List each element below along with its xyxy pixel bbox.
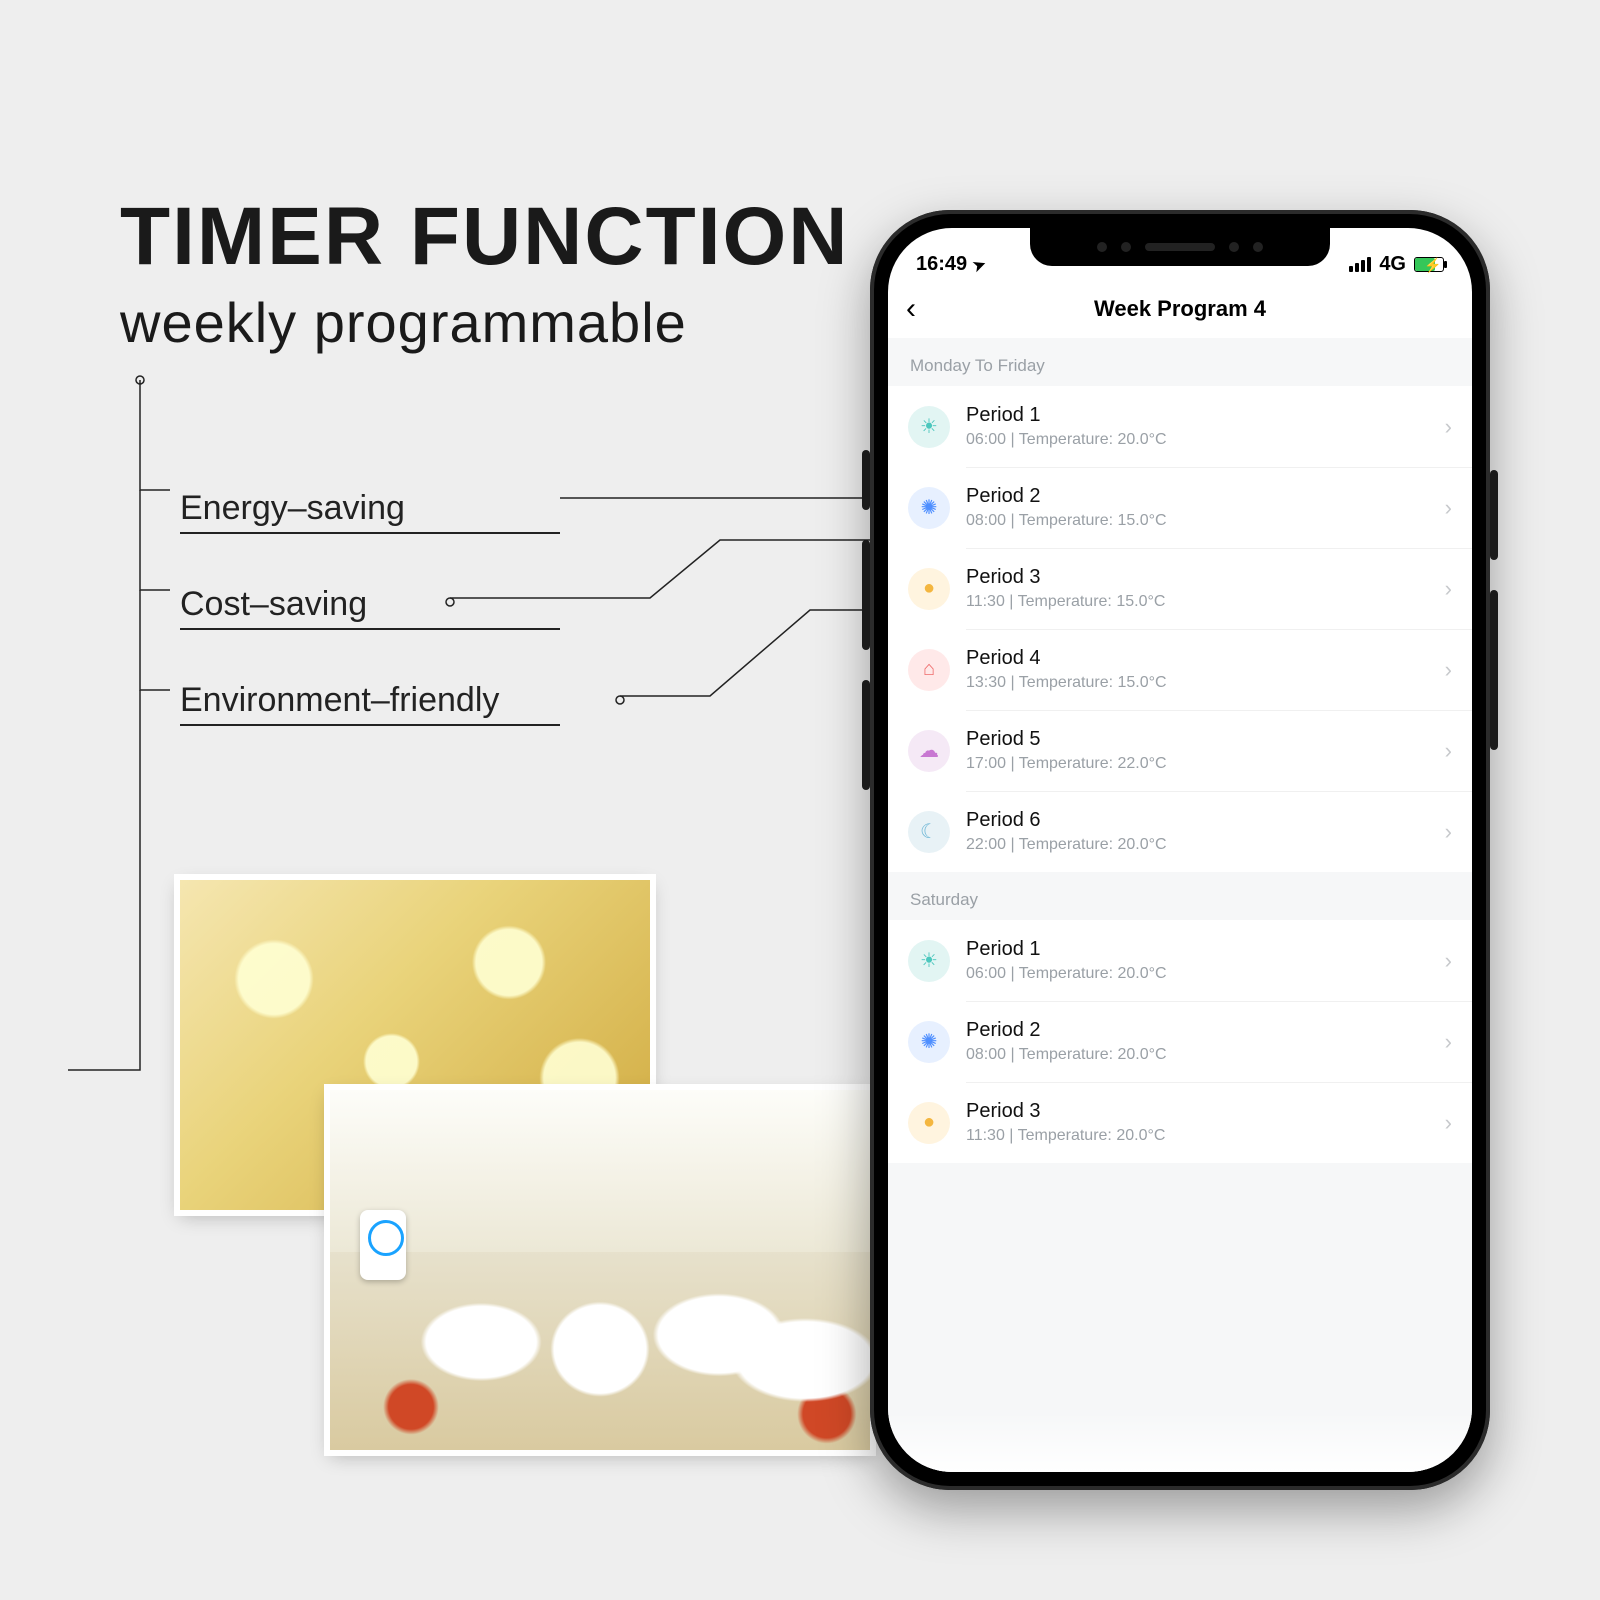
period-row[interactable]: ☀ Period 1 06:00 | Temperature: 20.0°C › bbox=[888, 386, 1472, 467]
location-icon: ➤ bbox=[970, 254, 988, 275]
phone-mockup: 16:49 ➤ 4G ⚡ ‹ Week Program 4 Monday To … bbox=[870, 210, 1490, 1490]
period-detail: 08:00 | Temperature: 20.0°C bbox=[966, 1046, 1429, 1064]
period-name: Period 4 bbox=[966, 647, 1429, 670]
period-row[interactable]: ✺ Period 2 08:00 | Temperature: 20.0°C › bbox=[888, 1001, 1472, 1082]
feature-energy-saving: Energy–saving bbox=[180, 489, 560, 534]
period-row[interactable]: ✺ Period 2 08:00 | Temperature: 15.0°C › bbox=[888, 467, 1472, 548]
thermostat-plug-icon bbox=[360, 1210, 406, 1280]
chevron-right-icon: › bbox=[1445, 948, 1452, 974]
network-label: 4G bbox=[1379, 253, 1406, 276]
period-detail: 06:00 | Temperature: 20.0°C bbox=[966, 431, 1429, 449]
period-row[interactable]: ● Period 3 11:30 | Temperature: 15.0°C › bbox=[888, 548, 1472, 629]
chevron-right-icon: › bbox=[1445, 1029, 1452, 1055]
person-icon: ● bbox=[908, 568, 950, 610]
feature-cost-saving: Cost–saving bbox=[180, 585, 560, 630]
section-label: Monday To Friday bbox=[888, 338, 1472, 386]
phone-notch bbox=[1030, 228, 1330, 266]
chevron-right-icon: › bbox=[1445, 738, 1452, 764]
sunrise-icon: ☀ bbox=[908, 940, 950, 982]
home-icon: ⌂ bbox=[908, 649, 950, 691]
period-name: Period 2 bbox=[966, 1019, 1429, 1042]
period-name: Period 5 bbox=[966, 728, 1429, 751]
person-icon: ● bbox=[908, 1102, 950, 1144]
headline-title: TIMER FUNCTION bbox=[120, 190, 849, 284]
period-detail: 22:00 | Temperature: 20.0°C bbox=[966, 836, 1429, 854]
period-name: Period 3 bbox=[966, 566, 1429, 589]
period-name: Period 6 bbox=[966, 809, 1429, 832]
section-label: Saturday bbox=[888, 872, 1472, 920]
page-title: Week Program 4 bbox=[1094, 296, 1266, 322]
feature-environment-friendly: Environment–friendly bbox=[180, 681, 560, 726]
signal-icon bbox=[1349, 257, 1371, 272]
chevron-right-icon: › bbox=[1445, 657, 1452, 683]
period-name: Period 1 bbox=[966, 404, 1429, 427]
chevron-right-icon: › bbox=[1445, 1110, 1452, 1136]
period-detail: 06:00 | Temperature: 20.0°C bbox=[966, 965, 1429, 983]
period-detail: 08:00 | Temperature: 15.0°C bbox=[966, 512, 1429, 530]
sun-icon: ✺ bbox=[908, 487, 950, 529]
period-detail: 11:30 | Temperature: 20.0°C bbox=[966, 1127, 1429, 1145]
moon-icon: ☾ bbox=[908, 811, 950, 853]
period-detail: 11:30 | Temperature: 15.0°C bbox=[966, 593, 1429, 611]
nav-bar: ‹ Week Program 4 bbox=[888, 280, 1472, 338]
period-row[interactable]: ☾ Period 6 22:00 | Temperature: 20.0°C › bbox=[888, 791, 1472, 872]
sun-icon: ✺ bbox=[908, 1021, 950, 1063]
period-row[interactable]: ☀ Period 1 06:00 | Temperature: 20.0°C › bbox=[888, 920, 1472, 1001]
period-detail: 17:00 | Temperature: 22.0°C bbox=[966, 755, 1429, 773]
sunrise-icon: ☀ bbox=[908, 406, 950, 448]
status-time: 16:49 bbox=[916, 253, 967, 276]
period-name: Period 2 bbox=[966, 485, 1429, 508]
period-row[interactable]: ● Period 3 11:30 | Temperature: 20.0°C › bbox=[888, 1082, 1472, 1163]
period-row[interactable]: ⌂ Period 4 13:30 | Temperature: 15.0°C › bbox=[888, 629, 1472, 710]
sunset-icon: ☁ bbox=[908, 730, 950, 772]
headline-subtitle: weekly programmable bbox=[120, 290, 849, 355]
back-button[interactable]: ‹ bbox=[906, 292, 916, 326]
chevron-right-icon: › bbox=[1445, 414, 1452, 440]
period-row[interactable]: ☁ Period 5 17:00 | Temperature: 22.0°C › bbox=[888, 710, 1472, 791]
chevron-right-icon: › bbox=[1445, 576, 1452, 602]
period-name: Period 1 bbox=[966, 938, 1429, 961]
period-name: Period 3 bbox=[966, 1100, 1429, 1123]
battery-icon: ⚡ bbox=[1414, 257, 1444, 272]
period-detail: 13:30 | Temperature: 15.0°C bbox=[966, 674, 1429, 692]
chevron-right-icon: › bbox=[1445, 819, 1452, 845]
chevron-right-icon: › bbox=[1445, 495, 1452, 521]
photo-hens bbox=[330, 1090, 870, 1450]
